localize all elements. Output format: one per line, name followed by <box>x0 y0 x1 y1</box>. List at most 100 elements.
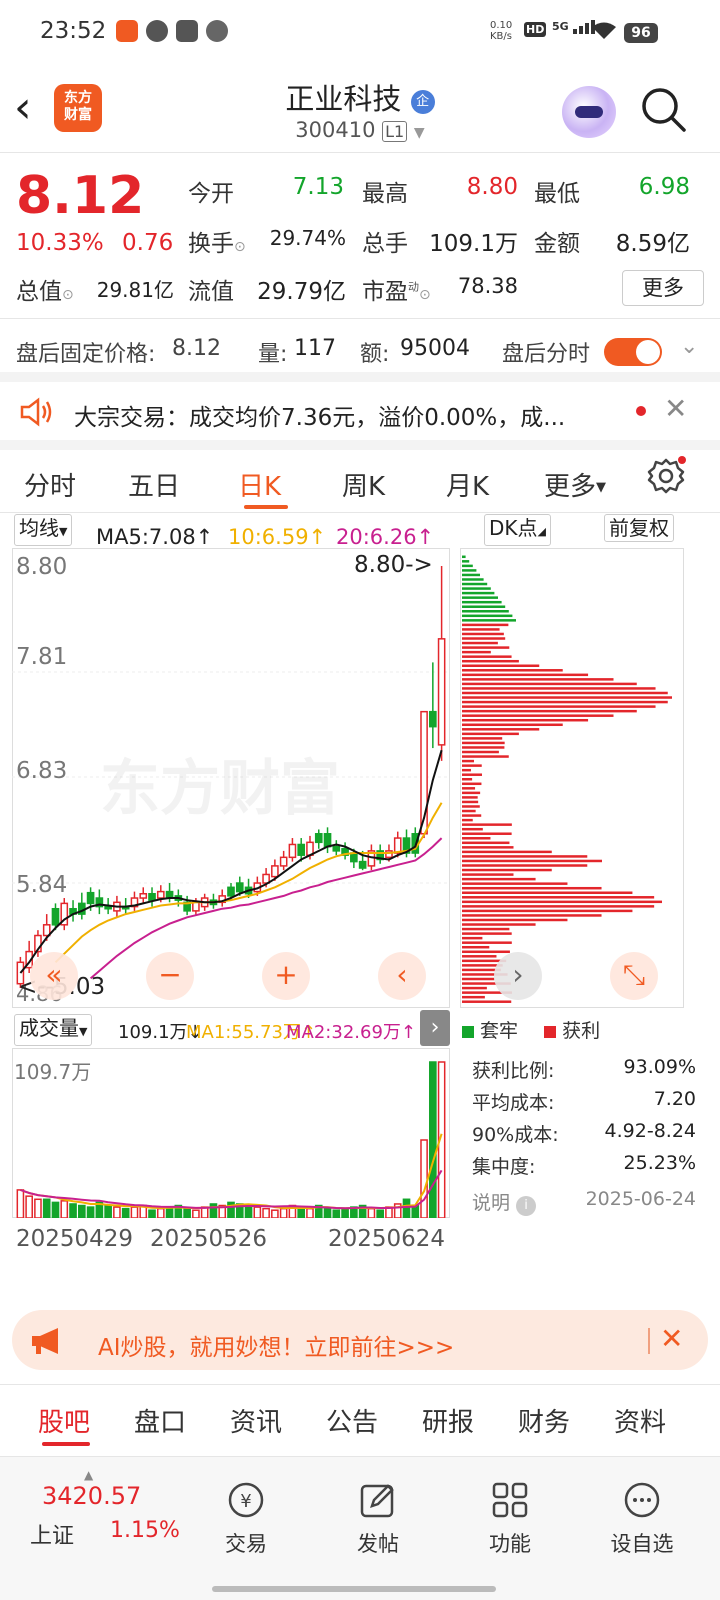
volume-bar <box>341 1207 349 1218</box>
after-hours-vol-label: 量: <box>258 342 288 367</box>
volume-bar <box>253 1206 262 1218</box>
chip-bar <box>462 718 589 722</box>
chip-bar <box>462 941 512 944</box>
active-tab-indicator <box>244 505 288 509</box>
close-icon[interactable]: ✕ <box>660 1322 683 1355</box>
tab-monthly-k[interactable]: 月K <box>446 466 489 503</box>
volume-value: 109.1万 <box>429 231 518 257</box>
nav-functions-label: 功能 <box>489 1532 531 1556</box>
banner-divider <box>648 1328 650 1354</box>
ma-select[interactable]: 均线▼ <box>14 514 73 546</box>
volume-bar <box>113 1206 121 1218</box>
chip-bar <box>462 778 473 781</box>
nav-trade[interactable]: ¥ 交易 <box>196 1480 296 1558</box>
chip-bar <box>462 791 481 795</box>
zoom-out-button[interactable]: − <box>146 952 194 1000</box>
tab-profile[interactable]: 资料 <box>614 1402 666 1439</box>
nav-functions[interactable]: 功能 <box>460 1480 560 1558</box>
tab-five-day[interactable]: 五日 <box>128 466 180 503</box>
candle <box>323 833 332 848</box>
chip-bar <box>462 573 480 577</box>
chip-bar <box>462 995 485 999</box>
index-widget[interactable]: ▲ 3420.57 上证 1.15% <box>20 1468 190 1560</box>
nav-post-label: 发帖 <box>357 1532 399 1556</box>
chip-bar <box>462 841 510 845</box>
chip-next-button[interactable]: › <box>494 952 542 1000</box>
chip-bar <box>462 891 633 894</box>
candle <box>288 843 297 859</box>
block-trade-text[interactable]: 大宗交易：成交均价7.36元，溢价0.00%，成... <box>74 398 565 432</box>
chip-bar <box>462 873 514 876</box>
volume-bar <box>429 1061 437 1218</box>
tab-order-book[interactable]: 盘口 <box>134 1402 186 1439</box>
adjust-select[interactable]: 前复权 <box>604 514 674 542</box>
mktcap-value: 29.81亿 <box>96 278 174 302</box>
ai-banner-text[interactable]: AI炒股，就用妙想！立即前往>>> <box>98 1328 454 1362</box>
settings-icon[interactable] <box>646 456 686 496</box>
candle <box>51 907 60 926</box>
volume-bar <box>60 1200 69 1218</box>
chevron-down-icon: ▼ <box>413 125 425 141</box>
dk-point-select[interactable]: DK点◢ <box>484 514 551 546</box>
chip-bar <box>462 827 483 831</box>
candle <box>148 892 156 901</box>
low-value: 6.98 <box>638 174 690 200</box>
tab-financials[interactable]: 财务 <box>518 1402 570 1439</box>
tab-announcements[interactable]: 公告 <box>326 1402 378 1439</box>
chip-bar <box>462 932 512 935</box>
chevron-down-icon[interactable]: ⌄ <box>680 334 698 359</box>
after-hours-toggle[interactable] <box>604 338 662 366</box>
ma-select-label: 均线 <box>19 516 59 540</box>
cost-90-value: 4.92-8.24 <box>604 1120 696 1142</box>
chip-note[interactable]: 说明 i <box>472 1188 537 1216</box>
chip-bar <box>462 582 488 586</box>
close-icon[interactable]: ✕ <box>664 392 687 425</box>
candle <box>192 901 200 912</box>
mktcap-label: 总值⊙ <box>16 272 74 306</box>
tab-daily-k[interactable]: 日K <box>238 466 281 503</box>
indicator-select[interactable]: 成交量▼ <box>14 1014 93 1046</box>
date-tick-2: 20250526 <box>150 1226 268 1252</box>
chip-bar <box>462 832 512 835</box>
tab-intraday[interactable]: 分时 <box>24 466 76 503</box>
scroll-left-fast-button[interactable]: « <box>30 952 78 1000</box>
chip-bar <box>462 560 470 563</box>
active-tab-indicator <box>42 1442 90 1446</box>
volume-bar <box>332 1209 341 1218</box>
cost-90-label: 90%成本: <box>472 1124 559 1146</box>
chip-bar <box>462 673 589 677</box>
concentration-value: 25.23% <box>623 1152 696 1174</box>
chip-distribution-chart[interactable] <box>460 548 684 1008</box>
zoom-in-button[interactable]: + <box>262 952 310 1000</box>
tab-forum[interactable]: 股吧 <box>38 1402 90 1439</box>
indicator-select-label: 成交量 <box>19 1016 79 1040</box>
scroll-left-button[interactable]: ‹ <box>378 952 426 1000</box>
more-button[interactable]: 更多 <box>622 270 704 306</box>
chip-bar <box>462 632 504 636</box>
chip-bar <box>462 714 614 717</box>
chip-bar <box>462 641 498 645</box>
expand-icon[interactable]: ⤡ <box>610 952 658 1000</box>
turnover-value: 29.74% <box>269 226 346 250</box>
ai-assistant-avatar[interactable] <box>562 86 616 138</box>
chip-bar <box>462 918 568 922</box>
chip-bar <box>462 600 502 604</box>
chip-bar <box>462 650 491 654</box>
chip-bar <box>462 587 491 590</box>
chip-bar <box>462 923 536 926</box>
price-tick-7.81: 7.81 <box>16 644 68 670</box>
chip-bar <box>462 814 482 817</box>
tab-more[interactable]: 更多▼ <box>544 466 606 503</box>
chip-frame <box>460 548 684 1008</box>
dropdown-arrow-icon: ▼ <box>596 480 607 495</box>
tab-news[interactable]: 资讯 <box>230 1402 282 1439</box>
expand-panel-button[interactable]: › <box>420 1010 450 1046</box>
tab-research[interactable]: 研报 <box>422 1402 474 1439</box>
info-icon: ⊙ <box>234 239 246 255</box>
nav-add-watchlist[interactable]: 设自选 <box>592 1480 692 1558</box>
chip-bar <box>462 628 500 631</box>
tab-weekly-k[interactable]: 周K <box>342 466 385 503</box>
search-icon[interactable] <box>640 86 688 134</box>
chip-bar <box>462 614 513 618</box>
nav-post[interactable]: 发帖 <box>328 1480 428 1558</box>
